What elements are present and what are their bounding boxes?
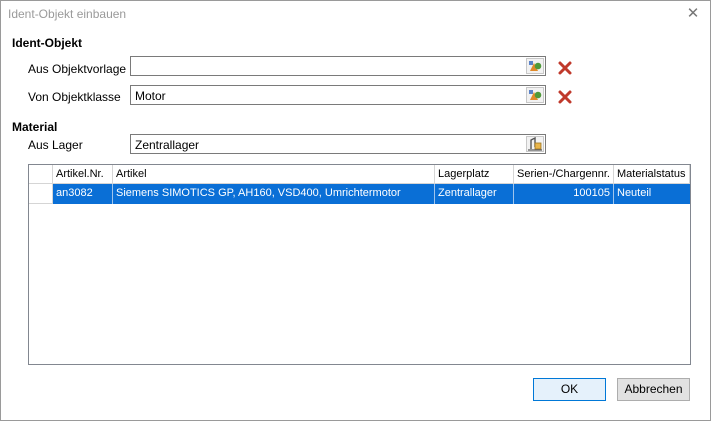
article-table[interactable]: Artikel.Nr. Artikel Lagerplatz Serien-/C… bbox=[28, 164, 691, 365]
ident-section-heading: Ident-Objekt bbox=[12, 36, 83, 50]
column-header-materialstatus[interactable]: Materialstatus bbox=[614, 165, 690, 184]
cancel-button[interactable]: Abbrechen bbox=[617, 378, 690, 401]
material-section-heading: Material bbox=[12, 120, 58, 134]
close-icon[interactable]: ✕ bbox=[684, 5, 702, 23]
column-header-artikel[interactable]: Artikel bbox=[113, 165, 435, 184]
row-selector[interactable] bbox=[29, 184, 53, 204]
template-field[interactable] bbox=[130, 56, 546, 76]
cell-materialstatus[interactable]: Neuteil bbox=[614, 184, 690, 204]
dialog-window: Ident-Objekt einbauen ✕ Ident-Objekt Aus… bbox=[0, 0, 711, 421]
class-value: Motor bbox=[135, 89, 166, 103]
ok-button[interactable]: OK bbox=[533, 378, 606, 401]
window-title: Ident-Objekt einbauen bbox=[8, 7, 127, 21]
table-row[interactable]: an3082 Siemens SIMOTICS GP, AH160, VSD40… bbox=[29, 184, 690, 204]
clear-class-icon[interactable] bbox=[557, 89, 573, 105]
title-bar: Ident-Objekt einbauen ✕ bbox=[1, 1, 710, 29]
stock-label: Aus Lager bbox=[28, 138, 83, 152]
stock-picker-icon[interactable] bbox=[526, 136, 544, 152]
cell-serien-chargennr[interactable]: 100105 bbox=[514, 184, 614, 204]
column-header-lagerplatz[interactable]: Lagerplatz bbox=[435, 165, 514, 184]
cell-artikel-nr[interactable]: an3082 bbox=[53, 184, 113, 204]
class-picker-icon[interactable] bbox=[526, 87, 544, 103]
clear-template-icon[interactable] bbox=[557, 60, 573, 76]
stock-field[interactable]: Zentrallager bbox=[130, 134, 546, 154]
object-picker-icon[interactable] bbox=[526, 58, 544, 74]
cell-artikel[interactable]: Siemens SIMOTICS GP, AH160, VSD400, Umri… bbox=[113, 184, 435, 204]
template-label: Aus Objektvorlage bbox=[28, 62, 127, 76]
class-label: Von Objektklasse bbox=[28, 90, 121, 104]
class-field[interactable]: Motor bbox=[130, 85, 546, 105]
column-header-serien-chargennr[interactable]: Serien-/Chargennr. bbox=[514, 165, 614, 184]
stock-value: Zentrallager bbox=[135, 138, 200, 152]
column-header-artikel-nr[interactable]: Artikel.Nr. bbox=[53, 165, 113, 184]
row-header-corner bbox=[29, 165, 53, 184]
cell-lagerplatz[interactable]: Zentrallager bbox=[435, 184, 514, 204]
